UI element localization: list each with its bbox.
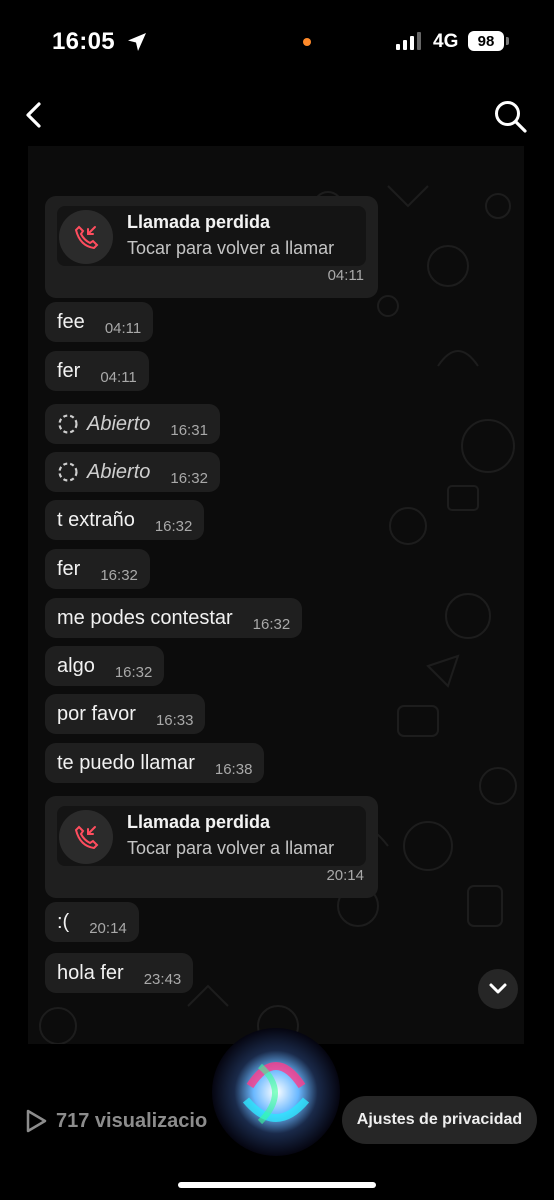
message-time: 16:32	[170, 470, 208, 487]
status-time: 16:05	[52, 28, 115, 55]
status-message[interactable]: Abierto 16:31	[45, 404, 220, 444]
message-text: Abierto	[87, 412, 151, 435]
missed-call-icon	[59, 210, 113, 264]
message-time: 16:32	[114, 664, 153, 681]
status-message[interactable]: Abierto 16:32	[45, 452, 220, 492]
message-text: por favor	[57, 702, 136, 725]
message-text: hola fer	[57, 961, 124, 984]
message-time: 16:32	[100, 567, 138, 584]
message-text: fer	[57, 557, 81, 580]
text-message[interactable]: t extraño 16:32	[45, 500, 205, 540]
network-type: 4G	[433, 31, 459, 52]
call-title: Llamada perdida	[127, 812, 271, 832]
chat-screenshot: Llamada perdida Tocar para volver a llama…	[28, 146, 524, 1044]
text-message[interactable]: :( 20:14	[45, 902, 139, 942]
text-message[interactable]: te puedo llamar 16:38	[45, 743, 265, 783]
message-time: 04:11	[104, 320, 142, 337]
message-time: 04:11	[100, 369, 137, 386]
message-text: t extraño	[57, 508, 135, 531]
home-indicator[interactable]	[178, 1182, 376, 1188]
message-time: 16:32	[252, 616, 291, 633]
message-text: algo	[57, 654, 95, 677]
status-bar: 16:05 4G 98	[0, 0, 554, 84]
call-subtitle: Tocar para volver a llamar	[127, 238, 335, 258]
message-text: me podes contestar	[57, 606, 233, 629]
message-text: fer	[57, 359, 81, 382]
message-time: 16:33	[155, 712, 194, 729]
scroll-down-button[interactable]	[478, 969, 518, 1009]
text-message[interactable]: fer 16:32	[45, 549, 150, 589]
text-message[interactable]: me podes contestar 16:32	[45, 598, 303, 638]
privacy-settings-button[interactable]: Ajustes de privacidad	[342, 1096, 537, 1144]
message-time: 20:14	[89, 920, 127, 937]
message-time: 16:38	[214, 761, 253, 778]
top-nav	[0, 90, 554, 142]
message-time: 23:43	[143, 971, 182, 988]
call-subtitle: Tocar para volver a llamar	[127, 838, 335, 858]
message-text: te puedo llamar	[57, 751, 195, 774]
missed-call-icon	[59, 810, 113, 864]
text-message[interactable]: hola fer 23:43	[45, 953, 194, 993]
search-icon[interactable]	[492, 98, 528, 134]
message-time: 16:32	[154, 518, 193, 535]
signal-icon	[396, 32, 421, 50]
call-title: Llamada perdida	[127, 212, 271, 232]
chevron-left-icon[interactable]	[18, 98, 52, 132]
message-text: fee	[57, 310, 85, 333]
message-text: :(	[57, 910, 70, 933]
text-message[interactable]: fer 04:11	[45, 351, 149, 391]
views-label: 717 visualizacio	[56, 1109, 208, 1132]
message-text: Abierto	[87, 460, 151, 483]
privacy-indicator-dot	[303, 38, 311, 46]
location-arrow-icon	[128, 33, 146, 51]
pending-circle-icon	[58, 414, 78, 434]
message-time: 04:11	[327, 267, 364, 284]
message-time: 20:14	[326, 867, 364, 884]
text-message[interactable]: fee 04:11	[45, 302, 154, 342]
missed-call-card[interactable]: Llamada perdida Tocar para volver a llama…	[45, 796, 378, 898]
battery-tip	[506, 37, 509, 45]
message-time: 16:31	[170, 422, 208, 439]
chevron-down-icon	[489, 983, 507, 994]
play-icon	[26, 1109, 47, 1133]
text-message[interactable]: por favor 16:33	[45, 694, 206, 734]
text-message[interactable]: algo 16:32	[45, 646, 165, 686]
pending-circle-icon	[58, 462, 78, 482]
views-count[interactable]: 717 visualizacio	[24, 1108, 207, 1134]
battery-level: 98	[468, 31, 504, 51]
missed-call-card[interactable]: Llamada perdida Tocar para volver a llama…	[45, 196, 378, 298]
siri-orb-icon[interactable]	[210, 1026, 342, 1158]
